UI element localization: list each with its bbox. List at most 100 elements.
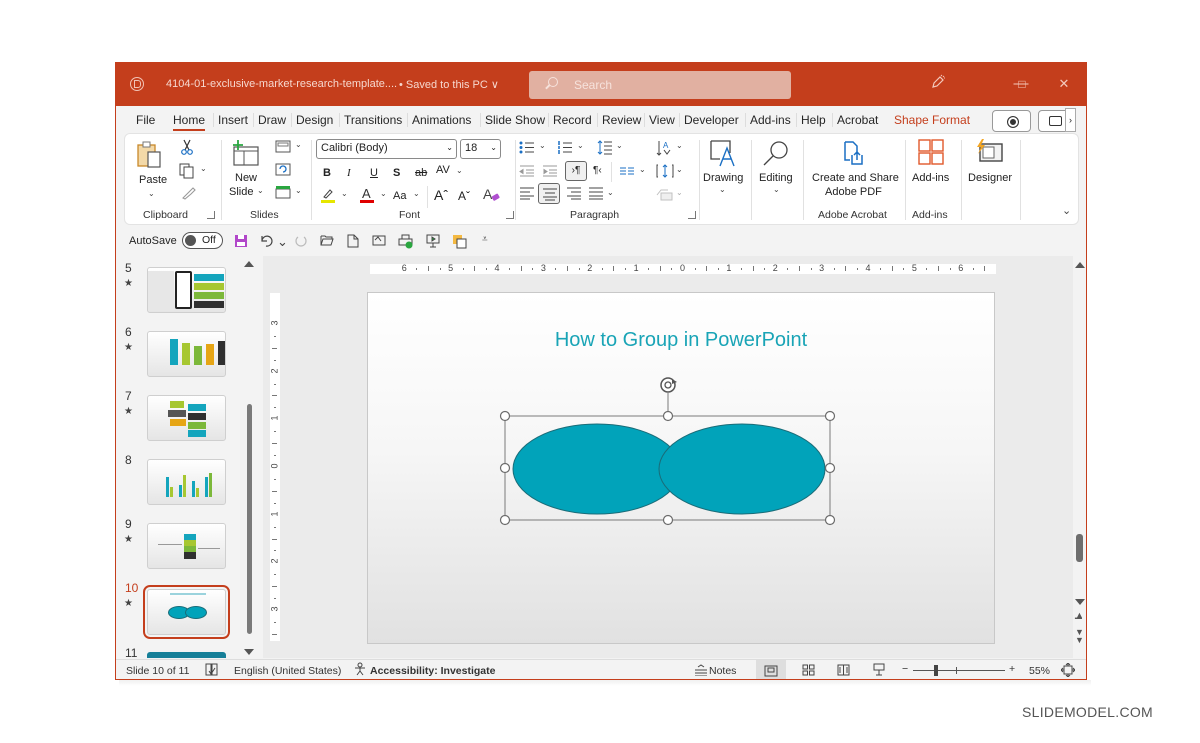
next-slide-icon[interactable]: ▼ ▼	[1075, 628, 1084, 645]
resize-handle-bottom[interactable]	[662, 514, 674, 526]
slide-thumbnail-5[interactable]	[147, 267, 226, 313]
tab-slide-show[interactable]: Slide Show	[480, 113, 545, 127]
smartart-chevron-icon[interactable]: ⌄	[676, 188, 683, 197]
resize-handle-left[interactable]	[499, 462, 511, 474]
scroll-up-arrow-icon[interactable]	[1075, 262, 1085, 268]
align-text-icon[interactable]	[656, 164, 674, 181]
editing-chevron-icon[interactable]: ⌄	[773, 185, 780, 194]
tab-file[interactable]: File	[136, 113, 155, 127]
columns-icon[interactable]	[619, 166, 635, 179]
bold-button[interactable]: B	[323, 167, 331, 179]
tab-review[interactable]: Review	[597, 113, 641, 127]
create-pdf-label-2[interactable]: Adobe PDF	[825, 186, 882, 198]
zoom-out-button[interactable]: −	[902, 663, 908, 675]
create-pdf-icon[interactable]	[841, 140, 865, 169]
file-name[interactable]: 4104-01-exclusive-market-research-templa…	[166, 78, 397, 90]
tab-shape-format[interactable]: Shape Format	[894, 113, 970, 127]
arrange-icon[interactable]	[452, 234, 467, 252]
grow-font-button[interactable]: Aˆ	[434, 187, 448, 203]
align-left-icon[interactable]	[519, 187, 535, 203]
email-icon[interactable]	[372, 234, 386, 249]
highlight-chevron-icon[interactable]: ⌄	[341, 189, 348, 198]
ellipse-shape-left[interactable]	[512, 423, 682, 515]
undo-chevron-icon[interactable]: ⌄	[277, 235, 288, 249]
designer-icon[interactable]	[974, 138, 1004, 167]
tab-record[interactable]: Record	[548, 113, 592, 127]
font-color-icon[interactable]: A	[359, 186, 375, 206]
tab-home[interactable]: Home	[173, 113, 206, 131]
rotation-handle-icon[interactable]	[660, 377, 677, 393]
tab-developer[interactable]: Developer	[679, 113, 739, 127]
highlight-icon[interactable]	[320, 187, 336, 206]
save-status[interactable]: • Saved to this PC ∨	[399, 78, 499, 91]
italic-button[interactable]: I	[347, 167, 351, 179]
slide-thumbnail-9[interactable]	[147, 523, 226, 569]
slide-thumbnail-8[interactable]	[147, 459, 226, 505]
maximize-button[interactable]: □	[1012, 74, 1032, 94]
spelling-check-icon[interactable]	[205, 663, 218, 679]
copy-icon[interactable]	[179, 163, 195, 182]
group-selection[interactable]	[368, 293, 996, 645]
tab-insert[interactable]: Insert	[213, 113, 248, 127]
zoom-slider-knob[interactable]	[934, 665, 938, 676]
columns-chevron-icon[interactable]: ⌄	[639, 165, 646, 174]
align-center-button[interactable]	[538, 183, 560, 204]
open-icon[interactable]	[320, 234, 334, 249]
change-case-button[interactable]: Aa	[393, 190, 406, 202]
collapse-ribbon-chevron-icon[interactable]: ⌄	[1062, 204, 1071, 217]
slide-thumbnail-10[interactable]	[143, 585, 230, 639]
tab-add-ins[interactable]: Add-ins	[745, 113, 791, 127]
numbering-chevron-icon[interactable]: ⌄	[577, 141, 584, 150]
language-status[interactable]: English (United States)	[234, 665, 341, 677]
new-slide-chevron-icon[interactable]: ⌄	[257, 186, 264, 195]
accessibility-icon[interactable]	[353, 662, 367, 679]
editor-scrollbar[interactable]: ▲ ▔ ▼ ▼	[1073, 256, 1086, 658]
zoom-level[interactable]: 55%	[1029, 665, 1050, 677]
add-ins-icon[interactable]	[918, 139, 944, 168]
ltr-direction-button[interactable]: ›¶	[565, 161, 587, 181]
resize-handle-bottom-right[interactable]	[824, 514, 836, 526]
spacing-chevron-icon[interactable]: ⌄	[456, 166, 463, 175]
ellipse-shape-right[interactable]	[658, 423, 826, 515]
align-right-icon[interactable]	[566, 187, 582, 203]
section-chevron-icon[interactable]: ⌄	[295, 186, 302, 195]
line-spacing-icon[interactable]	[597, 140, 613, 158]
tab-help[interactable]: Help	[796, 113, 826, 127]
notes-button[interactable]: Notes	[692, 662, 740, 679]
bullets-chevron-icon[interactable]: ⌄	[539, 141, 546, 150]
normal-view-button[interactable]	[756, 660, 786, 679]
tabs-overflow-button[interactable]: ›	[1065, 108, 1076, 132]
copy-dropdown-chevron-icon[interactable]: ⌄	[200, 164, 207, 173]
font-launcher-icon[interactable]	[506, 211, 514, 219]
slide-thumbnail-7[interactable]	[147, 395, 226, 441]
zoom-in-button[interactable]: +	[1009, 663, 1015, 675]
clear-formatting-icon[interactable]: A	[482, 186, 500, 206]
bullets-icon[interactable]	[519, 141, 535, 157]
customize-qat-icon[interactable]: ⩡	[482, 233, 488, 247]
strikethrough-button[interactable]: ab	[415, 167, 427, 179]
thumbnail-scrollbar[interactable]	[242, 256, 256, 658]
line-spacing-chevron-icon[interactable]: ⌄	[616, 141, 623, 150]
clipboard-launcher-icon[interactable]	[207, 211, 215, 219]
new-file-icon[interactable]	[347, 234, 359, 251]
slide-thumbnail-6[interactable]	[147, 331, 226, 377]
tab-animations[interactable]: Animations	[407, 113, 471, 127]
format-painter-icon[interactable]	[181, 186, 197, 203]
layout-icon[interactable]	[275, 140, 291, 156]
accessibility-status[interactable]: Accessibility: Investigate	[370, 665, 495, 677]
tab-acrobat[interactable]: Acrobat	[832, 113, 878, 127]
redo-icon[interactable]	[294, 234, 308, 251]
editing-button[interactable]	[761, 139, 791, 170]
underline-button[interactable]: U	[370, 167, 378, 179]
smartart-icon[interactable]	[656, 187, 674, 204]
resize-handle-top-left[interactable]	[499, 410, 511, 422]
shrink-font-button[interactable]: Aˇ	[458, 189, 470, 203]
search-box[interactable]: Search	[529, 71, 791, 99]
tab-draw[interactable]: Draw	[253, 113, 286, 127]
font-name-dropdown[interactable]: Calibri (Body) ⌄	[316, 139, 457, 159]
fit-to-window-icon[interactable]	[1060, 662, 1076, 679]
rtl-direction-button[interactable]: ¶‹	[593, 165, 602, 176]
slide-thumbnail-11[interactable]	[147, 652, 226, 658]
cut-icon[interactable]	[180, 139, 194, 158]
autosave-toggle[interactable]: Off	[182, 232, 223, 249]
